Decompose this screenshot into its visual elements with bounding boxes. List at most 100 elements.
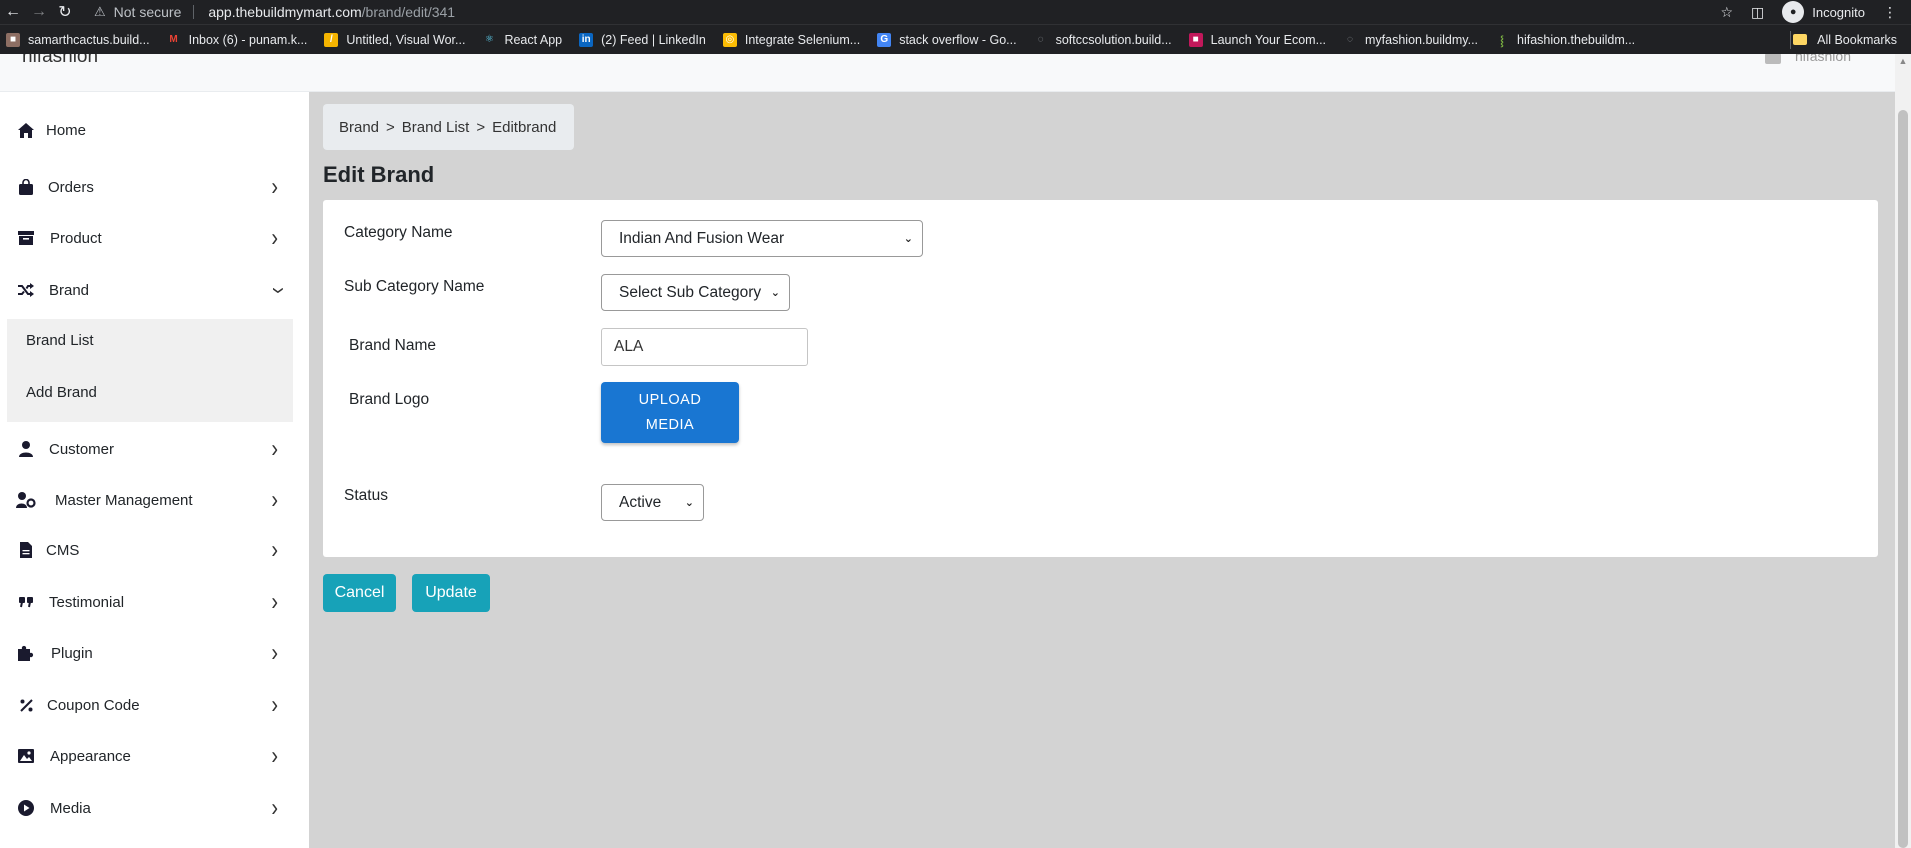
sidebar-item-product[interactable]: Product › — [0, 216, 300, 260]
chevron-right-icon: › — [271, 793, 278, 822]
url-host: app.thebuildmymart.com — [208, 4, 362, 20]
chevron-right-icon: › — [271, 535, 278, 564]
bookmark-item[interactable]: in (2) Feed | LinkedIn — [579, 32, 706, 47]
file-icon — [16, 542, 36, 558]
image-icon — [16, 749, 36, 763]
url-path: /brand/edit/341 — [361, 4, 456, 20]
sidebar-item-orders[interactable]: Orders › — [0, 165, 300, 209]
react-icon: ⚛ — [484, 34, 494, 45]
edit-brand-form — [323, 200, 1878, 557]
sidebar-item-label: Brand — [49, 281, 90, 299]
scroll-up-icon[interactable]: ▲ — [1895, 56, 1911, 66]
status-select[interactable]: Active ⌄ — [601, 484, 704, 521]
brand-name-label: Brand Name — [349, 337, 437, 354]
leaf-icon: ⸾ — [1500, 35, 1504, 47]
sidebar-item-brand[interactable]: Brand › — [0, 268, 300, 312]
bookmark-item[interactable]: ■ Launch Your Ecom... — [1188, 32, 1327, 47]
update-button[interactable]: Update — [412, 574, 490, 612]
bookmark-item[interactable]: ◌ softccsolution.build... — [1034, 33, 1172, 47]
sidebar-item-label: Product — [50, 229, 102, 247]
sidebar-item-coupon-code[interactable]: Coupon Code › — [0, 683, 300, 727]
category-select[interactable]: Indian And Fusion Wear ⌄ — [601, 220, 923, 257]
chevron-right-icon: › — [271, 690, 278, 719]
sidebar-item-label: Media — [50, 799, 91, 817]
site-brand[interactable]: hifashion — [22, 54, 98, 68]
submenu-item-add-brand[interactable]: Add Brand — [26, 384, 97, 401]
all-bookmarks-label: All Bookmarks — [1817, 32, 1897, 47]
sidebar-item-testimonial[interactable]: Testimonial › — [0, 580, 300, 624]
quote-icon — [16, 596, 36, 608]
kebab-menu-icon[interactable]: ⋮ — [1883, 4, 1897, 21]
forward-icon[interactable]: → — [26, 3, 52, 21]
sidebar-item-home[interactable]: Home — [0, 108, 300, 152]
home-icon — [16, 122, 36, 138]
sidebar-item-media[interactable]: Media › — [0, 786, 300, 830]
sidebar-item-label: Testimonial — [49, 593, 125, 611]
sidebar-item-appearance[interactable]: Appearance › — [0, 734, 300, 778]
user-icon — [16, 441, 36, 457]
sidebar-item-label: Orders — [48, 178, 94, 196]
category-select-value: Indian And Fusion Wear — [619, 229, 785, 247]
bookmark-label: Inbox (6) - punam.k... — [188, 32, 308, 47]
bookmark-label: samarthcactus.build... — [28, 32, 150, 47]
breadcrumb-item-brand-list[interactable]: Brand List — [402, 119, 470, 136]
all-bookmarks-button[interactable]: All Bookmarks — [1793, 33, 1897, 47]
page-scrollbar[interactable]: ▲ — [1895, 54, 1911, 848]
chevron-down-icon: ⌄ — [903, 233, 913, 245]
address-bar[interactable]: ⚠ Not secure app.thebuildmymart.com/bran… — [94, 4, 455, 20]
subcategory-label: Sub Category Name — [344, 278, 485, 295]
bookmark-label: Integrate Selenium... — [744, 32, 861, 47]
sidebar-item-label: Home — [46, 121, 87, 139]
reload-icon[interactable]: ↻ — [52, 2, 78, 22]
sidebar-item-label: Customer — [49, 440, 115, 458]
sidepanel-icon[interactable]: ◫ — [1751, 4, 1764, 21]
bookmark-item[interactable]: / Untitled, Visual Wor... — [324, 32, 466, 47]
chrome-icon: ◎ — [722, 32, 737, 47]
user-icon — [1764, 54, 1781, 64]
status-select-value: Active — [619, 493, 662, 511]
bookmark-item[interactable]: ⚛ React App — [482, 33, 562, 47]
gmail-icon: M — [169, 34, 178, 45]
user-menu[interactable]: hifashion — [1764, 54, 1851, 64]
chevron-right-icon: › — [271, 638, 278, 667]
chevron-right-icon: › — [271, 434, 278, 463]
incognito-icon: ● — [1782, 1, 1805, 23]
brand-name-input[interactable]: ALA — [601, 328, 808, 366]
sidebar: Home Orders › Product › Brand › Brand Li… — [0, 92, 309, 848]
shuffle-icon — [16, 283, 36, 297]
bookmark-item[interactable]: ◌ myfashion.buildmy... — [1343, 33, 1478, 47]
bookmark-item[interactable]: ⸾ hifashion.thebuildm... — [1495, 33, 1635, 47]
incognito-indicator[interactable]: ● Incognito — [1782, 1, 1865, 23]
sidebar-item-customer[interactable]: Customer › — [0, 427, 300, 471]
cancel-button[interactable]: Cancel — [323, 574, 396, 612]
bookmarks-divider — [1790, 30, 1791, 49]
upload-media-button[interactable]: UPLOAD MEDIA — [601, 382, 739, 443]
back-icon[interactable]: ← — [0, 3, 26, 21]
sidebar-item-label: Appearance — [50, 747, 131, 765]
star-icon[interactable]: ☆ — [1720, 4, 1733, 21]
breadcrumb: Brand > Brand List > Editbrand — [323, 104, 574, 150]
shopping-bag-icon — [16, 179, 36, 195]
bookmark-item[interactable]: ■ samarthcactus.build... — [6, 32, 150, 47]
bookmark-item[interactable]: Gstack overflow - Go... — [877, 32, 1017, 47]
scrollbar-thumb[interactable] — [1898, 110, 1908, 848]
user-gear-icon — [16, 492, 36, 508]
brand-submenu: Brand List Add Brand — [7, 319, 293, 422]
sidebar-item-master-management[interactable]: Master Management › — [0, 478, 300, 522]
subcategory-select[interactable]: Select Sub Category ⌄ — [601, 274, 790, 311]
sidebar-item-plugin[interactable]: Plugin › — [0, 631, 300, 675]
sidebar-item-cms[interactable]: CMS › — [0, 528, 300, 572]
sidebar-item-label: Master Management — [55, 491, 193, 509]
chevron-down-icon: ⌄ — [684, 497, 694, 509]
bookmark-label: Launch Your Ecom... — [1210, 32, 1327, 47]
breadcrumb-item-brand[interactable]: Brand — [339, 119, 379, 136]
chevron-right-icon: › — [271, 223, 278, 252]
bookmark-item[interactable]: M Inbox (6) - punam.k... — [167, 32, 308, 47]
percent-icon — [16, 698, 36, 712]
chevron-down-icon: ⌄ — [770, 287, 780, 299]
bookmark-item[interactable]: ◎ Integrate Selenium... — [722, 32, 861, 47]
sidebar-item-label: Coupon Code — [47, 696, 140, 714]
bookmark-label: Untitled, Visual Wor... — [346, 32, 466, 47]
submenu-item-brand-list[interactable]: Brand List — [26, 332, 94, 349]
breadcrumb-item-current: Editbrand — [492, 118, 557, 136]
